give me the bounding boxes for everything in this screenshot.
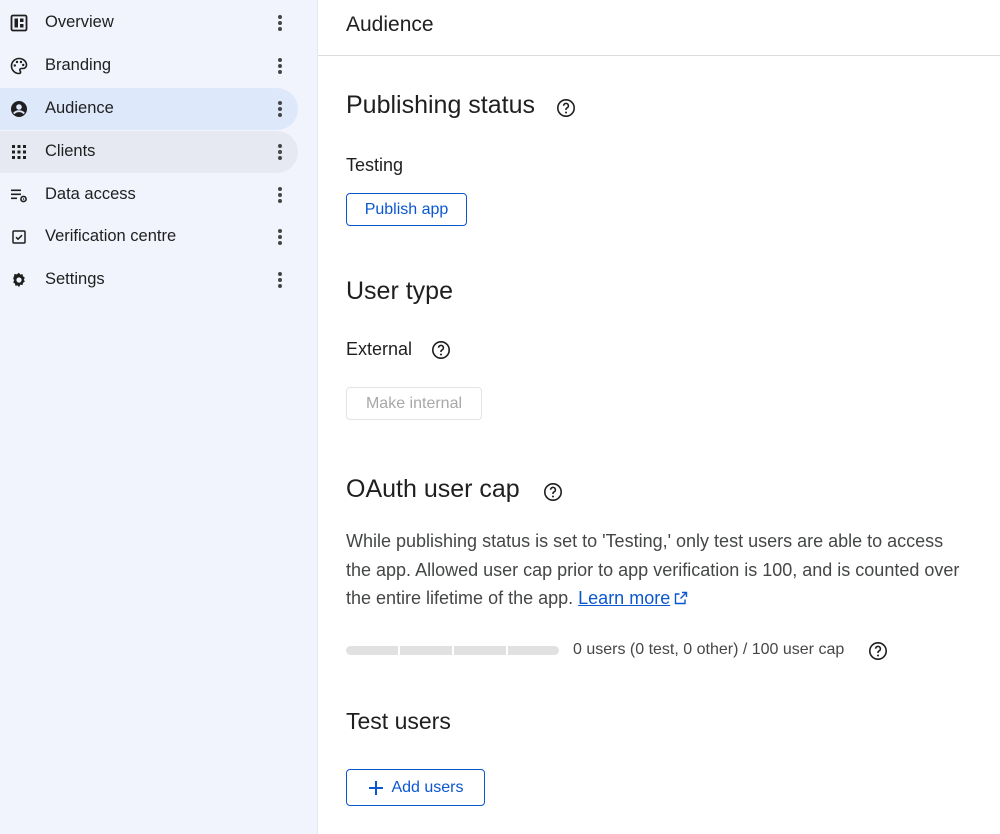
sidebar-item-overview[interactable]: Overview <box>0 2 298 44</box>
more-vert-icon[interactable] <box>268 140 292 164</box>
more-vert-icon[interactable] <box>268 268 292 292</box>
add-users-button[interactable]: Add users <box>346 769 485 806</box>
more-vert-icon[interactable] <box>268 97 292 121</box>
user-cap-usage-text: 0 users (0 test, 0 other) / 100 user cap <box>573 641 845 658</box>
open-in-new-icon <box>675 591 688 605</box>
plus-icon <box>369 780 384 795</box>
sidebar-item-label: Data access <box>45 185 136 203</box>
more-vert-icon[interactable] <box>268 54 292 78</box>
sidebar-item-clients[interactable]: Clients <box>0 131 298 173</box>
learn-more-link[interactable]: Learn more <box>578 588 670 608</box>
palette-icon <box>10 57 28 75</box>
progress-segment-divider <box>452 646 454 655</box>
sidebar-item-verification-centre[interactable]: Verification centre <box>0 216 298 258</box>
add-users-label: Add users <box>391 778 464 796</box>
sidebar-item-label: Clients <box>45 142 96 160</box>
apps-grid-icon <box>10 143 28 161</box>
sidebar-item-label: Audience <box>45 99 114 117</box>
oauth-cap-description: While publishing status is set to 'Testi… <box>346 527 966 613</box>
user-type-value: External <box>346 339 413 359</box>
more-vert-icon[interactable] <box>268 183 292 207</box>
publish-app-button[interactable]: Publish app <box>346 193 467 226</box>
page-title: Audience <box>346 13 434 36</box>
publishing-status-heading: Publishing status <box>346 91 536 119</box>
make-internal-button: Make internal <box>346 387 482 420</box>
oauth-user-cap-heading: OAuth user cap <box>346 475 520 503</box>
more-vert-icon[interactable] <box>268 225 292 249</box>
test-users-heading: Test users <box>346 708 451 734</box>
user-cap-progress-bar <box>346 646 559 655</box>
sidebar-item-label: Settings <box>45 270 105 288</box>
help-icon[interactable] <box>868 641 888 661</box>
sidebar-item-settings[interactable]: Settings <box>0 259 298 301</box>
sidebar: Overview Branding Audience Clients Data … <box>0 0 318 834</box>
data-settings-icon <box>10 186 28 204</box>
sidebar-item-label: Overview <box>45 13 114 31</box>
sidebar-item-audience[interactable]: Audience <box>0 88 298 130</box>
sidebar-item-label: Verification centre <box>45 227 177 245</box>
progress-segment-divider <box>506 646 508 655</box>
more-vert-icon[interactable] <box>268 11 292 35</box>
help-icon[interactable] <box>556 98 576 118</box>
sidebar-item-data-access[interactable]: Data access <box>0 174 298 216</box>
user-type-heading: User type <box>346 277 453 305</box>
page-header: Audience <box>318 0 1000 56</box>
verified-checkbox-icon <box>10 228 28 246</box>
progress-segment-divider <box>398 646 400 655</box>
dashboard-icon <box>10 14 28 32</box>
gear-icon <box>10 271 28 289</box>
publishing-status-value: Testing <box>346 155 404 175</box>
help-icon[interactable] <box>543 482 563 502</box>
sidebar-item-label: Branding <box>45 56 112 74</box>
sidebar-item-branding[interactable]: Branding <box>0 45 298 87</box>
account-circle-icon <box>10 100 28 118</box>
help-icon[interactable] <box>431 340 451 360</box>
